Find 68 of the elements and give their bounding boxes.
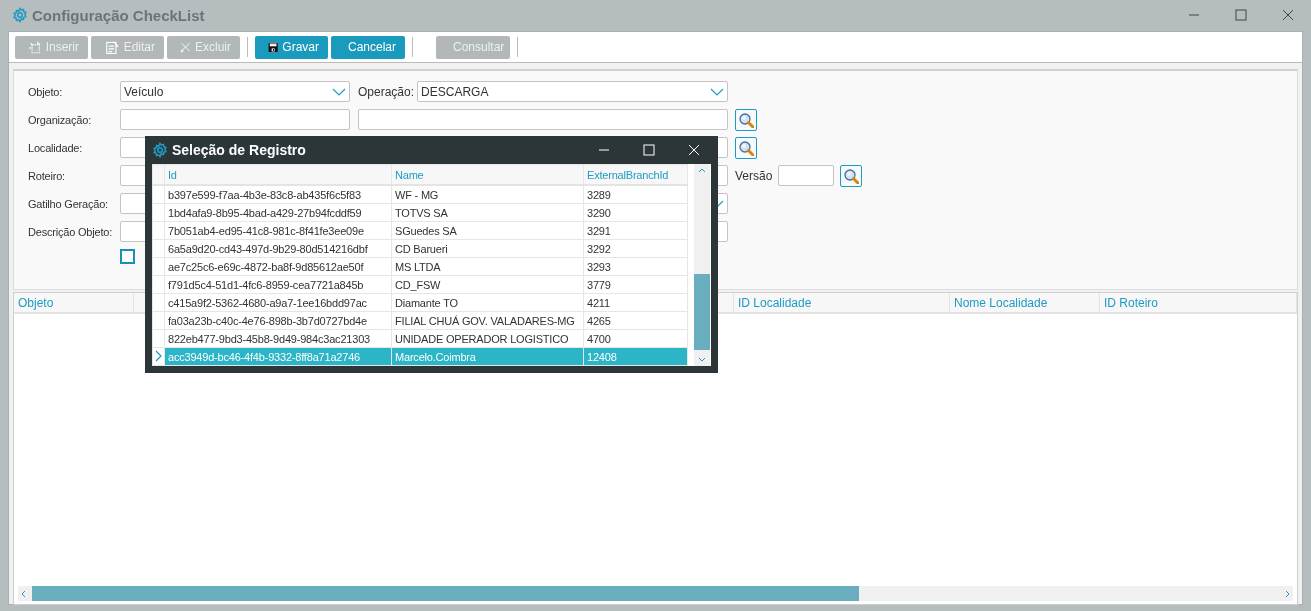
document-edit-icon <box>104 38 120 56</box>
table-cell: 7b051ab4-ed95-41c8-981c-8f41fe3ee09e <box>164 221 392 240</box>
table-cell: 3779 <box>583 275 688 294</box>
table-cell: 3290 <box>583 203 688 222</box>
table-cell: 822eb477-9bd3-45b8-9d49-984c3ac21303 <box>164 329 392 348</box>
window-title: Configuração CheckList <box>32 6 205 24</box>
column-header[interactable]: Name <box>391 164 584 185</box>
row-pointer-icon <box>153 348 163 363</box>
table-cell: 4700 <box>583 329 688 348</box>
table-cell: 3289 <box>583 185 688 204</box>
column-header[interactable]: Objeto <box>14 293 134 312</box>
dropdown[interactable]: DESCARGA <box>417 81 728 102</box>
gear-icon <box>152 142 168 158</box>
field-label: Roteiro: <box>28 169 66 182</box>
input-field[interactable] <box>358 109 728 130</box>
field-label: Descrição Objeto: <box>28 225 114 238</box>
column-header[interactable]: Nome Localidade <box>950 293 1100 312</box>
table-cell: Diamante TO <box>391 293 584 312</box>
magnifier-icon <box>738 139 754 156</box>
input-field[interactable] <box>778 165 835 186</box>
table-cell: 4265 <box>583 311 688 330</box>
field-label: Operação: <box>358 84 415 99</box>
table-cell: CD Barueri <box>391 239 584 258</box>
field-label: Organização: <box>28 113 93 126</box>
field-label: Versão <box>735 168 773 183</box>
table-cell: 3291 <box>583 221 688 240</box>
column-header[interactable]: ID Roteiro <box>1100 293 1297 312</box>
dialog-title: Seleção de Registro <box>172 142 306 158</box>
scrollbar-thumb[interactable] <box>32 586 859 601</box>
chevron-down-icon <box>710 87 724 96</box>
sparkle-icon <box>28 38 42 56</box>
column-header[interactable]: Id <box>164 164 392 185</box>
table-cell: SGuedes SA <box>391 221 584 240</box>
toolbar-button[interactable]: Cancelar <box>331 35 405 59</box>
table-cell: b397e599-f7aa-4b3e-83c8-ab435f6c5f83 <box>164 185 392 204</box>
table-cell: CD_FSW <box>391 275 584 294</box>
chevron-down-icon <box>332 87 346 96</box>
field-label: Localidade: <box>28 141 84 154</box>
magnifier-icon <box>738 111 754 128</box>
table-cell: 3293 <box>583 257 688 276</box>
checkbox[interactable] <box>120 249 135 264</box>
search-button[interactable] <box>840 164 863 187</box>
field-label: Objeto: <box>28 85 64 98</box>
close-icon[interactable] <box>1282 9 1294 21</box>
table-cell: 4211 <box>583 293 688 312</box>
magnifier-icon <box>843 167 860 184</box>
table-cell: 6a5a9d20-cd43-497d-9b29-80d514216dbf <box>164 239 392 258</box>
table-cell: 1bd4afa9-8b95-4bad-a429-27b94fcddf59 <box>164 203 392 222</box>
table-cell: TOTVS SA <box>391 203 584 222</box>
table-cell: 3292 <box>583 239 688 258</box>
table-cell: FILIAL CHUÁ GOV. VALADARES-MG <box>391 311 584 330</box>
table-cell: f791d5c4-51d1-4fc6-8959-cea7721a845b <box>164 275 392 294</box>
table-cell: c415a9f2-5362-4680-a9a7-1ee16bdd97ac <box>164 293 392 312</box>
gear-icon <box>12 7 28 23</box>
table-cell: UNIDADE OPERADOR LOGISTICO <box>391 329 584 348</box>
search-button[interactable] <box>735 108 757 131</box>
input-field[interactable] <box>120 109 350 130</box>
dropdown[interactable]: Veículo <box>120 81 350 102</box>
table-cell: fa03a23b-c40c-4e76-898b-3b7d0727bd4e <box>164 311 392 330</box>
field-label: Gatilho Geração: <box>28 197 109 210</box>
table-cell: ae7c25c6-e69c-4872-ba8f-9d85612ae50f <box>164 257 392 276</box>
toolbar-button[interactable]: Gravar <box>255 35 328 59</box>
scrollbar-thumb[interactable] <box>694 274 710 350</box>
search-button[interactable] <box>735 136 757 159</box>
table-cell: WF - MG <box>391 185 584 204</box>
column-header[interactable]: ExternalBranchId <box>583 164 688 185</box>
table-cell: MS LTDA <box>391 257 584 276</box>
column-header[interactable]: ID Localidade <box>734 293 950 312</box>
